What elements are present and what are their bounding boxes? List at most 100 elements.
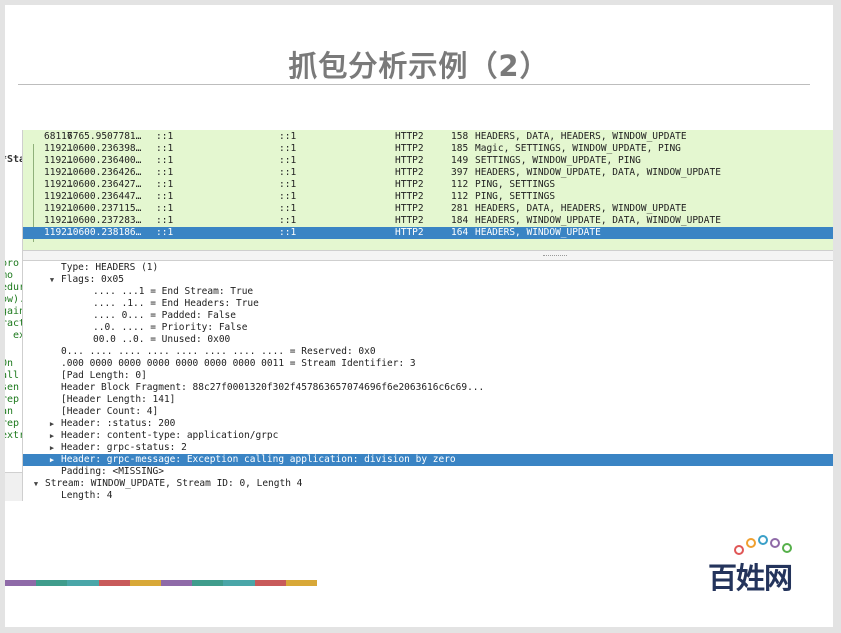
logo-dot bbox=[770, 538, 780, 548]
expand-arrow-icon[interactable]: ▶ bbox=[47, 430, 57, 442]
packet-info-cell: HEADERS, WINDOW_UPDATE bbox=[475, 227, 601, 238]
pane-splitter[interactable] bbox=[23, 250, 833, 261]
packet-time-cell: 10600.236447… bbox=[67, 191, 142, 202]
color-bar-segment bbox=[223, 580, 255, 586]
logo-dot bbox=[782, 543, 792, 553]
logo-text: 百姓网 bbox=[708, 561, 793, 595]
collapse-arrow-icon[interactable]: ▼ bbox=[47, 274, 57, 286]
detail-row[interactable]: [Header Count: 4] bbox=[23, 406, 833, 418]
left-strip-fragment: , ex bbox=[5, 330, 22, 341]
detail-row[interactable]: .... .1.. = End Headers: True bbox=[23, 298, 833, 310]
packet-src-cell: ::1 bbox=[156, 227, 174, 238]
packet-len-cell: 149 bbox=[451, 155, 469, 166]
packet-src-cell: ::1 bbox=[156, 191, 174, 202]
collapse-arrow-icon[interactable]: ▼ bbox=[31, 478, 41, 490]
packet-row[interactable]: 1192… 10600.236398…::1::1 HTTP2 185 Magic, S… bbox=[23, 143, 833, 155]
packet-time-cell: 6765.9507781… bbox=[67, 131, 142, 142]
packet-proto-cell: HTTP2 bbox=[395, 155, 424, 166]
splitter-grip[interactable] bbox=[543, 255, 567, 257]
detail-row[interactable]: Length: 4 bbox=[23, 490, 833, 502]
packet-dst-cell: ::1 bbox=[279, 131, 297, 142]
left-strip-fragment: mo bbox=[5, 270, 14, 281]
packet-row[interactable]: 1192… 10600.237283…::1::1 HTTP2 184 HEADERS,… bbox=[23, 215, 833, 227]
packet-proto-cell: HTTP2 bbox=[395, 191, 424, 202]
detail-row[interactable]: .... ...1 = End Stream: True bbox=[23, 286, 833, 298]
detail-row[interactable]: ▼ Flags: 0x05 bbox=[23, 274, 833, 286]
left-strip-fragment: rep bbox=[5, 394, 20, 405]
packet-info-cell: Magic, SETTINGS, WINDOW_UPDATE, PING bbox=[475, 143, 681, 154]
packet-time-cell: 10600.236398… bbox=[67, 143, 142, 154]
detail-text: Length: 4 bbox=[61, 490, 113, 501]
logo-dot bbox=[746, 538, 756, 548]
packet-proto-cell: HTTP2 bbox=[395, 167, 424, 178]
detail-row[interactable]: ▶ Header: content-type: application/grpc bbox=[23, 430, 833, 442]
color-bar-segment bbox=[161, 580, 193, 586]
detail-text: [Header Count: 4] bbox=[61, 406, 159, 417]
packet-info-cell: SETTINGS, WINDOW_UPDATE, PING bbox=[475, 155, 641, 166]
detail-row[interactable]: ▶ Header: grpc-status: 2 bbox=[23, 442, 833, 454]
title-divider bbox=[18, 84, 810, 85]
detail-row[interactable]: Header Block Fragment: 88c27f0001320f302… bbox=[23, 382, 833, 394]
left-strip-fragment: sen bbox=[5, 382, 20, 393]
expand-arrow-icon[interactable]: ▶ bbox=[47, 442, 57, 454]
detail-row[interactable]: .... 0... = Padded: False bbox=[23, 310, 833, 322]
detail-text: ..0. .... = Priority: False bbox=[93, 322, 248, 333]
logo-dot bbox=[734, 545, 744, 555]
packet-proto-cell: HTTP2 bbox=[395, 179, 424, 190]
packet-info-cell: HEADERS, WINDOW_UPDATE, DATA, WINDOW_UPD… bbox=[475, 167, 721, 178]
packet-proto-cell: HTTP2 bbox=[395, 227, 424, 238]
expand-arrow-icon[interactable]: ▶ bbox=[47, 418, 57, 430]
packet-src-cell: ::1 bbox=[156, 155, 174, 166]
packet-src-cell: ::1 bbox=[156, 203, 174, 214]
left-strip-fragment: On bbox=[5, 358, 14, 369]
color-bar-segment bbox=[192, 580, 224, 586]
left-strip-fragment: pro bbox=[5, 258, 20, 269]
detail-row[interactable]: [Header Length: 141] bbox=[23, 394, 833, 406]
wireshark-screenshot: *Stapro moedurow).gainract, ex Onallsenr… bbox=[5, 130, 833, 501]
detail-row[interactable]: .000 0000 0000 0000 0000 0000 0000 0011 … bbox=[23, 358, 833, 370]
packet-len-cell: 112 bbox=[451, 179, 469, 190]
detail-text: .... .1.. = End Headers: True bbox=[93, 298, 259, 309]
left-strip-fragment: rep bbox=[5, 418, 20, 429]
detail-text: Stream: WINDOW_UPDATE, Stream ID: 0, Len… bbox=[45, 478, 303, 489]
left-strip-footer bbox=[5, 472, 22, 501]
detail-row[interactable]: ▼ Stream: WINDOW_UPDATE, Stream ID: 0, Le… bbox=[23, 478, 833, 490]
packet-time-cell: 10600.237283… bbox=[67, 215, 142, 226]
detail-text: [Header Length: 141] bbox=[61, 394, 176, 405]
packet-time-cell: 10600.236426… bbox=[67, 167, 142, 178]
packet-time-cell: 10600.236427… bbox=[67, 179, 142, 190]
color-bar-segment bbox=[254, 580, 286, 586]
packet-details-tree[interactable]: Type: HEADERS (1) ▼ Flags: 0x05.... ...1 =… bbox=[23, 261, 833, 501]
packet-dst-cell: ::1 bbox=[279, 167, 297, 178]
expand-arrow-icon[interactable]: ▶ bbox=[47, 454, 57, 466]
color-bar-segment bbox=[285, 580, 318, 586]
packet-len-cell: 112 bbox=[451, 191, 469, 202]
detail-text: Flags: 0x05 bbox=[61, 274, 124, 285]
detail-row[interactable]: 0... .... .... .... .... .... .... .... … bbox=[23, 346, 833, 358]
detail-row[interactable]: Type: HEADERS (1) bbox=[23, 262, 833, 274]
packet-row-selected[interactable]: 1192… 10600.238186…::1::1 HTTP2 164 HEADERS,… bbox=[23, 227, 833, 239]
packet-dst-cell: ::1 bbox=[279, 143, 297, 154]
detail-text: Header: :status: 200 bbox=[61, 418, 176, 429]
packet-info-cell: HEADERS, DATA, HEADERS, WINDOW_UPDATE bbox=[475, 131, 687, 142]
packet-row[interactable]: 68117 6765.9507781…::1::1 HTTP2 158 HEADERS,… bbox=[23, 131, 833, 143]
detail-row[interactable]: ..0. .... = Priority: False bbox=[23, 322, 833, 334]
detail-row[interactable]: Padding: <MISSING> bbox=[23, 466, 833, 478]
packet-row[interactable]: 1192… 10600.236447…::1::1 HTTP2 112 PING, SE… bbox=[23, 191, 833, 203]
packet-len-cell: 184 bbox=[451, 215, 469, 226]
packet-row[interactable]: 1192… 10600.236400…::1::1 HTTP2 149 SETTINGS… bbox=[23, 155, 833, 167]
detail-row[interactable]: ▶ Header: :status: 200 bbox=[23, 418, 833, 430]
packet-row[interactable]: 1192… 10600.236426…::1::1 HTTP2 397 HEADERS,… bbox=[23, 167, 833, 179]
color-bar-segment bbox=[36, 580, 68, 586]
packet-list[interactable]: 68117 6765.9507781…::1::1 HTTP2 158 HEADERS,… bbox=[23, 130, 833, 250]
detail-row-selected[interactable]: ▶ Header: grpc-message: Exception calling… bbox=[23, 454, 833, 466]
packet-proto-cell: HTTP2 bbox=[395, 143, 424, 154]
detail-row[interactable]: 00.0 ..0. = Unused: 0x00 bbox=[23, 334, 833, 346]
packet-row[interactable]: 1192… 10600.236427…::1::1 HTTP2 112 PING, SE… bbox=[23, 179, 833, 191]
packet-dst-cell: ::1 bbox=[279, 227, 297, 238]
logo-dots bbox=[734, 533, 794, 555]
left-strip-fragment: extr bbox=[5, 430, 22, 441]
packet-row[interactable]: 1192… 10600.237115…::1::1 HTTP2 281 HEADERS,… bbox=[23, 203, 833, 215]
detail-row[interactable]: [Pad Length: 0] bbox=[23, 370, 833, 382]
packet-src-cell: ::1 bbox=[156, 179, 174, 190]
